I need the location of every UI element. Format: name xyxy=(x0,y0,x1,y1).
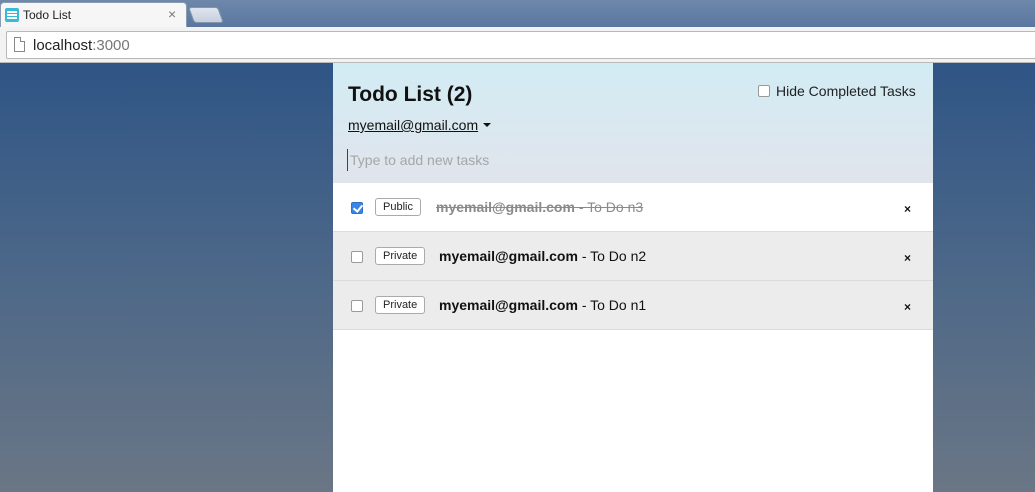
task-owner: myemail@gmail.com xyxy=(439,248,578,264)
privacy-toggle-button[interactable]: Private xyxy=(375,296,426,314)
task-checkbox[interactable] xyxy=(351,300,363,312)
task-title: - To Do n1 xyxy=(577,297,647,313)
task-owner: myemail@gmail.com xyxy=(439,297,578,313)
task-text: myemail@gmail.com - To Do n2 xyxy=(439,248,646,264)
close-icon[interactable]: × xyxy=(904,251,911,265)
task-checkbox[interactable] xyxy=(351,251,363,263)
list-item: Public myemail@gmail.com - To Do n3 × xyxy=(333,183,933,232)
list-item: Private myemail@gmail.com - To Do n1 × xyxy=(333,281,933,330)
task-title: - To Do n3 xyxy=(574,199,644,215)
chevron-down-icon xyxy=(483,123,492,127)
page-viewport: Todo List (2) Hide Completed Tasks myema… xyxy=(0,63,1035,492)
task-text: myemail@gmail.com - To Do n3 xyxy=(436,199,643,215)
privacy-toggle-button[interactable]: Private xyxy=(375,247,426,265)
task-list: Public myemail@gmail.com - To Do n3 × Pr… xyxy=(333,183,933,330)
hide-completed-checkbox[interactable] xyxy=(758,85,770,97)
browser-tabstrip: Todo List × xyxy=(0,0,1035,27)
url-text: localhost:3000 xyxy=(33,37,130,54)
task-title: - To Do n2 xyxy=(577,248,647,264)
list-item: Private myemail@gmail.com - To Do n2 × xyxy=(333,232,933,281)
new-task-input[interactable] xyxy=(347,149,907,171)
close-icon[interactable]: × xyxy=(168,6,176,22)
browser-tab[interactable]: Todo List × xyxy=(0,2,187,27)
task-checkbox[interactable] xyxy=(351,202,363,214)
user-menu[interactable]: myemail@gmail.com xyxy=(348,117,492,133)
list-icon xyxy=(5,8,19,22)
hide-completed-label: Hide Completed Tasks xyxy=(776,83,916,99)
hide-completed-toggle[interactable]: Hide Completed Tasks xyxy=(758,83,916,99)
task-text: myemail@gmail.com - To Do n1 xyxy=(439,297,646,313)
address-bar[interactable]: localhost:3000 xyxy=(6,31,1035,59)
page-icon xyxy=(14,37,25,52)
close-icon[interactable]: × xyxy=(904,300,911,314)
new-tab-button[interactable] xyxy=(188,7,224,23)
page-title: Todo List (2) xyxy=(348,83,473,106)
close-icon[interactable]: × xyxy=(904,202,911,216)
tab-title: Todo List xyxy=(23,8,72,22)
task-owner: myemail@gmail.com xyxy=(436,199,575,215)
todo-container: Todo List (2) Hide Completed Tasks myema… xyxy=(333,63,933,492)
user-email: myemail@gmail.com xyxy=(348,117,479,133)
browser-toolbar: localhost:3000 xyxy=(0,27,1035,63)
privacy-toggle-button[interactable]: Public xyxy=(375,198,421,216)
app-header: Todo List (2) Hide Completed Tasks myema… xyxy=(333,63,933,183)
